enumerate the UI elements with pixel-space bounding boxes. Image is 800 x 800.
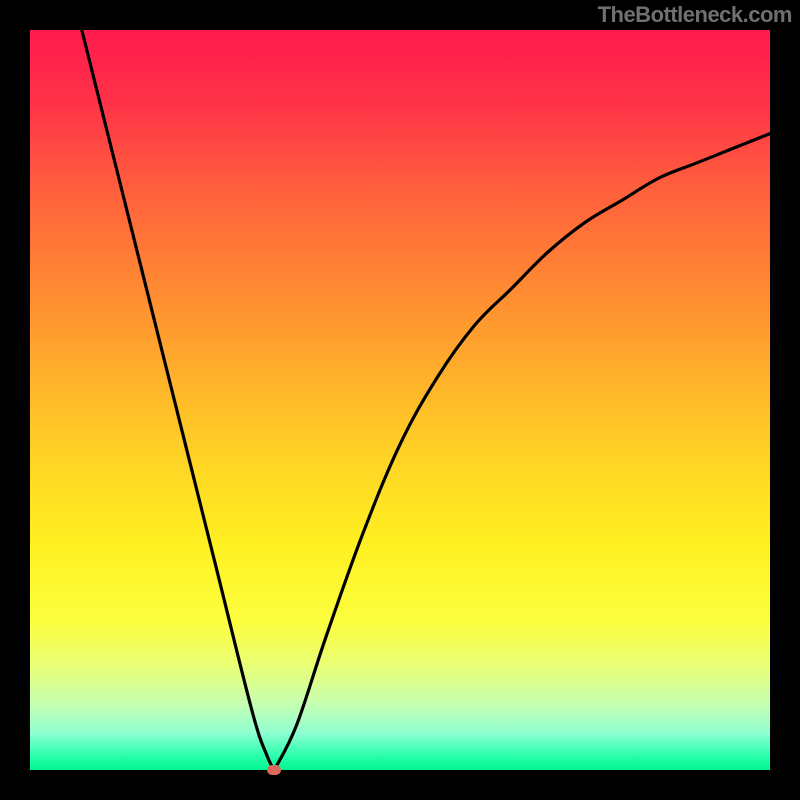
min-marker-dot — [267, 765, 281, 775]
right-branch-path — [274, 134, 770, 770]
chart-frame: TheBottleneck.com — [0, 0, 800, 800]
watermark-text: TheBottleneck.com — [598, 2, 792, 28]
left-branch-path — [82, 30, 274, 770]
curve-layer — [30, 30, 770, 770]
plot-area — [30, 30, 770, 770]
